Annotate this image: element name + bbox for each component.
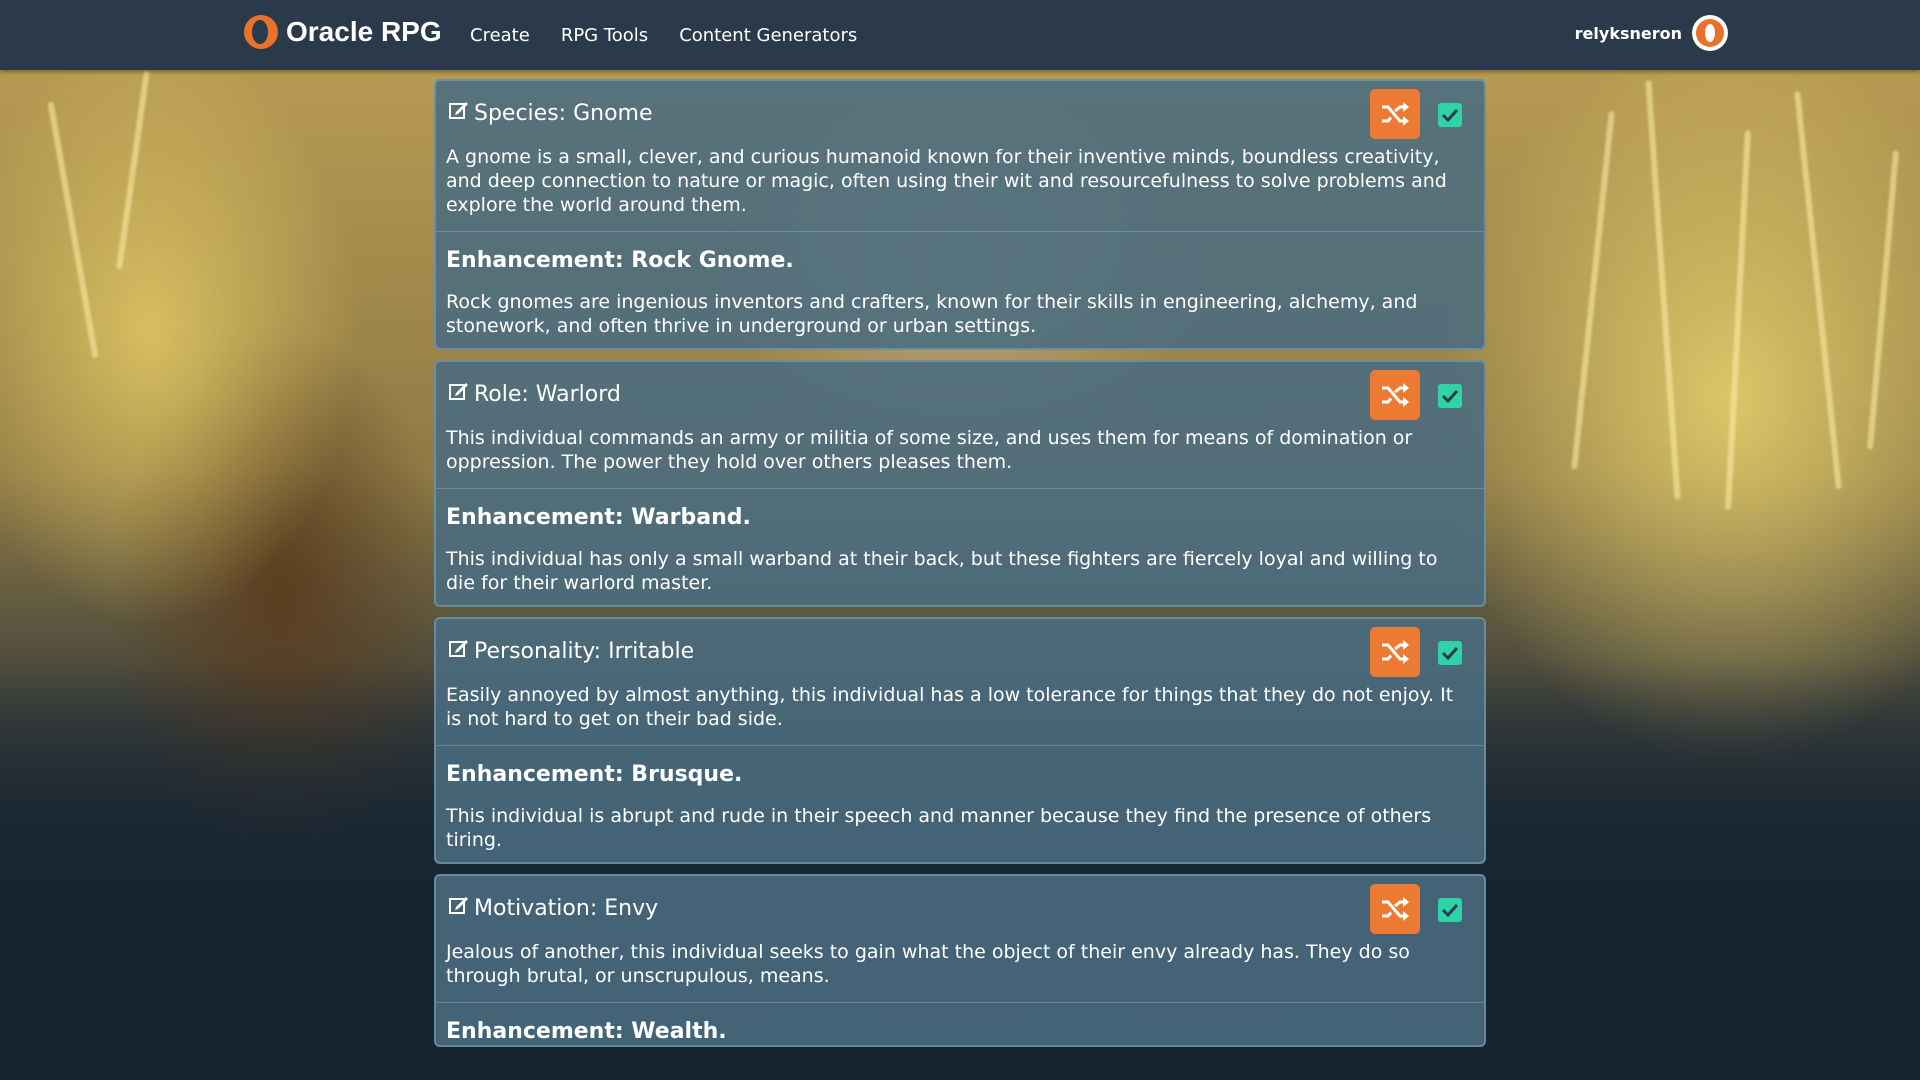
enhancement-description: This individual has only a small warband… xyxy=(446,548,1438,594)
username: relyksneron xyxy=(1574,23,1682,43)
edit-icon[interactable] xyxy=(448,99,470,121)
character-card: Motivation: Envy Jealous of another, thi… xyxy=(434,874,1486,1047)
check-icon xyxy=(1441,389,1459,403)
card-header: Species: Gnome xyxy=(436,81,1484,145)
check-icon xyxy=(1441,646,1459,660)
reroll-button[interactable] xyxy=(1370,370,1420,420)
nav-link-rpg-tools[interactable]: RPG Tools xyxy=(561,25,648,46)
character-card: Species: Gnome A gnome is a small, cleve… xyxy=(434,79,1486,350)
enhancement-description: Rock gnomes are ingenious inventors and … xyxy=(446,291,1418,337)
include-checkbox[interactable] xyxy=(1438,103,1462,127)
edit-icon[interactable] xyxy=(448,637,470,659)
shuffle-icon xyxy=(1382,102,1409,126)
check-icon xyxy=(1441,108,1459,122)
card-description: This individual commands an army or mili… xyxy=(446,427,1413,473)
oracle-logo-icon xyxy=(244,15,278,49)
edit-icon[interactable] xyxy=(448,894,470,916)
shuffle-icon xyxy=(1382,383,1409,407)
card-title: Role: Warlord xyxy=(474,382,621,407)
enhancement-title: Enhancement: Wealth. xyxy=(446,1019,727,1044)
card-description: A gnome is a small, clever, and curious … xyxy=(446,146,1447,216)
shuffle-icon xyxy=(1382,897,1409,921)
enhancement-title: Enhancement: Rock Gnome. xyxy=(446,248,794,273)
nav-link-content-generators[interactable]: Content Generators xyxy=(679,25,857,46)
include-checkbox[interactable] xyxy=(1438,898,1462,922)
reroll-button[interactable] xyxy=(1370,89,1420,139)
brand-link[interactable]: Oracle RPG xyxy=(244,15,442,49)
brand-name: Oracle RPG xyxy=(286,16,442,47)
card-description: Jealous of another, this individual seek… xyxy=(446,941,1410,987)
card-header: Motivation: Envy xyxy=(436,876,1484,940)
character-card: Role: Warlord This individual commands a… xyxy=(434,360,1486,607)
card-title: Species: Gnome xyxy=(474,101,653,126)
include-checkbox[interactable] xyxy=(1438,384,1462,408)
card-description: Easily annoyed by almost anything, this … xyxy=(446,684,1454,730)
card-title: Motivation: Envy xyxy=(474,896,659,921)
card-header: Personality: Irritable xyxy=(436,619,1484,683)
enhancement-title: Enhancement: Brusque. xyxy=(446,762,743,787)
card-header: Role: Warlord xyxy=(436,362,1484,426)
nav-link-create[interactable]: Create xyxy=(470,25,530,46)
check-icon xyxy=(1441,903,1459,917)
character-card: Personality: Irritable Easily annoyed by… xyxy=(434,617,1486,864)
enhancement-description: This individual is abrupt and rude in th… xyxy=(446,805,1432,851)
shuffle-icon xyxy=(1382,640,1409,664)
user-menu[interactable]: relyksneron xyxy=(1575,15,1728,51)
top-navbar: Oracle RPG Create RPG Tools Content Gene… xyxy=(0,0,1920,70)
nav-links: Create RPG Tools Content Generators xyxy=(470,0,857,70)
card-title: Personality: Irritable xyxy=(474,639,695,664)
character-cards: Species: Gnome A gnome is a small, cleve… xyxy=(434,79,1486,1057)
reroll-button[interactable] xyxy=(1370,627,1420,677)
enhancement-title: Enhancement: Warband. xyxy=(446,505,751,530)
include-checkbox[interactable] xyxy=(1438,641,1462,665)
avatar[interactable] xyxy=(1692,15,1728,51)
reroll-button[interactable] xyxy=(1370,884,1420,934)
edit-icon[interactable] xyxy=(448,380,470,402)
